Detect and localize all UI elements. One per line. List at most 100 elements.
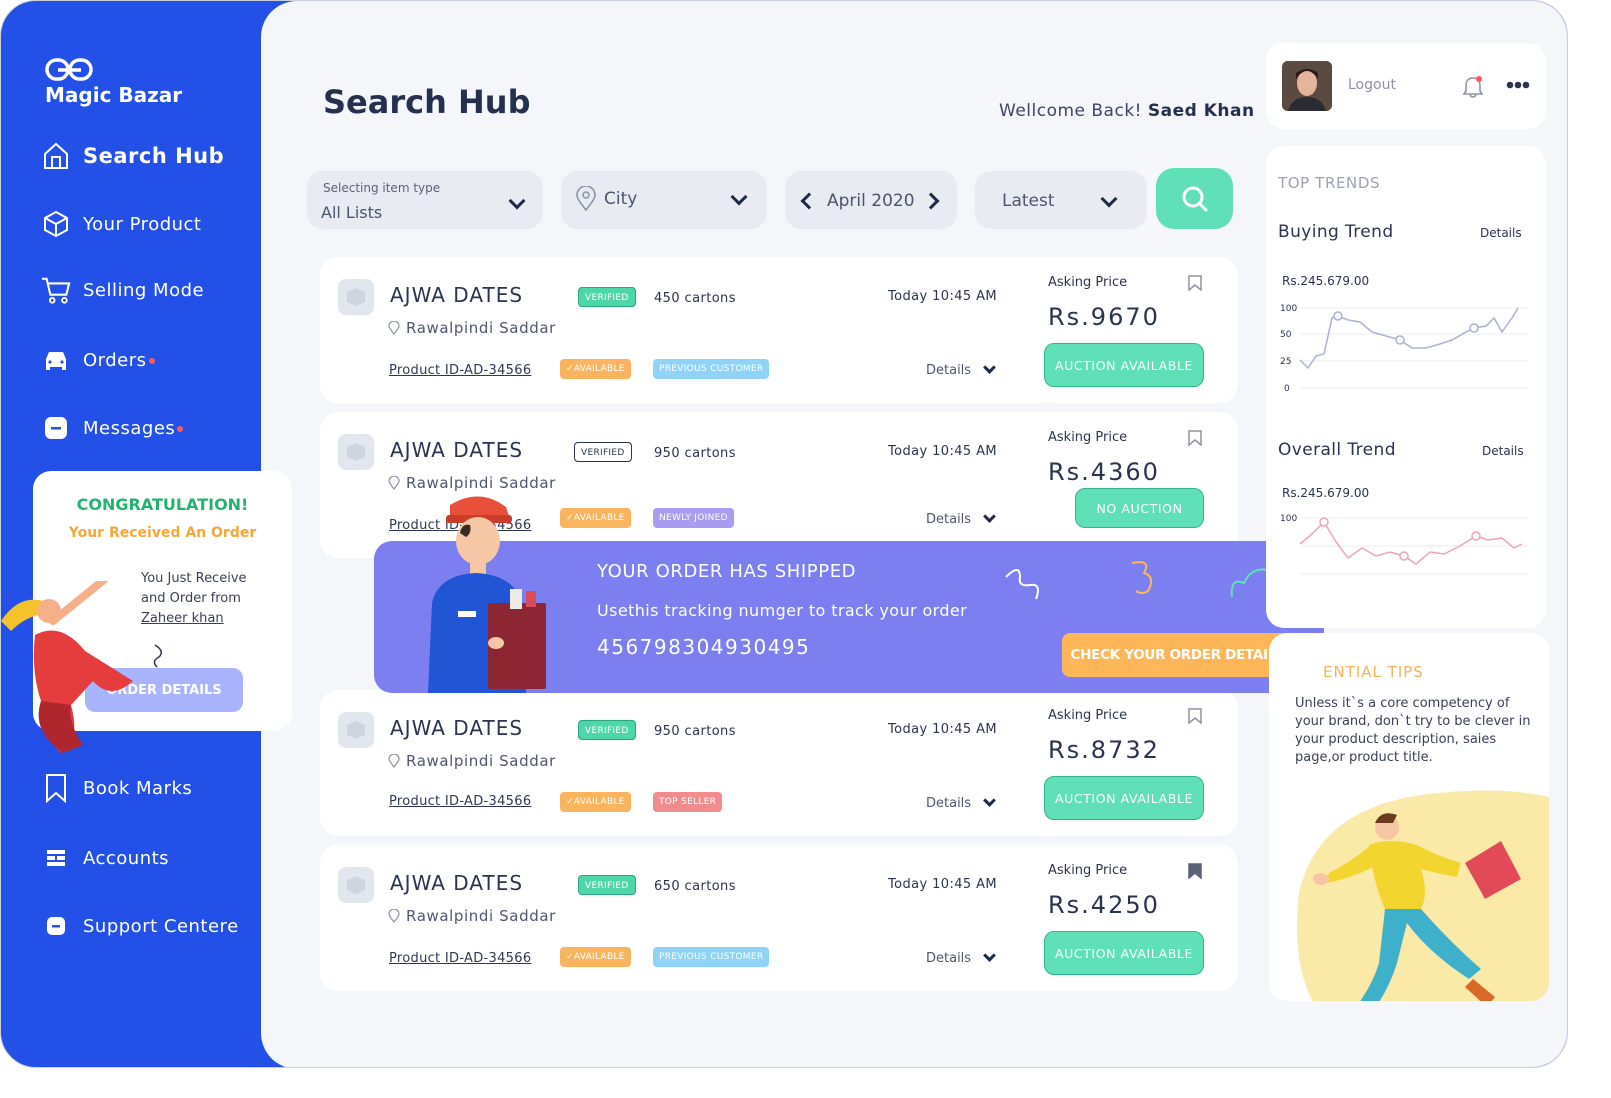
sidebar-item-selling-mode[interactable]: Selling Mode [41,275,204,305]
auction-button[interactable]: AUCTION AVAILABLE [1044,776,1204,820]
brand-logo[interactable]: Magic Bazar [45,57,182,107]
asking-price-label: Asking Price [1048,863,1128,878]
celebrating-woman-illustration [1,581,162,753]
sort-select[interactable]: Latest [975,171,1147,229]
price-value: Rs.9670 [1048,303,1160,331]
product-quantity: 950 cartons [654,724,736,739]
product-id-link[interactable]: Product ID-AD-34566 [389,951,531,966]
product-thumbnail [338,434,374,470]
bookmark-filled-icon[interactable] [1188,863,1202,879]
no-auction-button[interactable]: NO AUCTION [1075,488,1204,528]
chevron-right-icon[interactable] [922,192,940,210]
search-button[interactable] [1156,168,1233,229]
location-text: Rawalpindi Saddar [406,752,556,770]
sidebar-item-label: Your Product [83,213,202,235]
check-order-details-button[interactable]: CHECK YOUR ORDER DETAILS [1062,633,1294,677]
page-title: Search Hub [323,83,531,121]
shipped-title: YOUR ORDER HAS SHIPPED [597,561,857,582]
product-card: AJWA DATES Rawalpindi Saddar Product ID-… [320,845,1238,991]
asking-price-label: Asking Price [1048,430,1128,445]
verified-badge: VERIFIED [578,287,636,307]
product-time: Today 10:45 AM [888,877,998,892]
trends-title: TOP TRENDS [1278,174,1381,192]
sidebar-item-label: Orders [83,349,147,371]
product-location: Rawalpindi Saddar [388,907,556,925]
sidebar-item-support-centere[interactable]: Support Centere [41,911,239,941]
location-pin-icon [388,754,400,768]
more-options-icon[interactable] [1506,81,1530,89]
product-time: Today 10:45 AM [888,444,998,459]
sidebar-item-orders[interactable]: Orders [41,345,155,375]
product-thumbnail [338,867,374,903]
chevron-down-icon [1100,190,1118,208]
price-value: Rs.4360 [1048,458,1160,486]
congrats-title: CONGRATULATION! [76,495,249,514]
congrats-subtitle: Your Received An Order [68,525,257,541]
bookmark-icon[interactable] [1188,708,1202,724]
buying-trend-details-link[interactable]: Details [1480,226,1522,240]
box-icon [41,209,71,239]
sidebar-item-label: Accounts [83,847,170,869]
overall-trend-amount: Rs.245.679.00 [1282,486,1370,500]
product-quantity: 650 cartons [654,879,736,894]
box-icon [347,876,365,894]
support-icon [41,911,71,941]
details-toggle[interactable]: Details [926,949,996,966]
product-id-link[interactable]: Product ID-AD-34566 [389,363,531,378]
sidebar-item-label: Search Hub [83,144,225,168]
product-location: Rawalpindi Saddar [388,319,556,337]
y-tick-label: 100 [1280,514,1297,524]
chevron-down-icon [983,361,996,374]
sidebar-item-your-product[interactable]: Your Product [41,209,202,239]
box-icon [347,721,365,739]
sort-value: Latest [1002,191,1055,211]
details-label: Details [926,796,972,811]
month-picker: April 2020 [785,171,957,229]
bookmark-icon [41,773,71,803]
available-badge: ✓AVAILABLE [560,947,631,967]
sidebar-item-search-hub[interactable]: Search Hub [41,141,224,171]
product-quantity: 450 cartons [654,291,736,306]
bell-icon[interactable] [1462,75,1484,99]
bookmark-icon[interactable] [1188,430,1202,446]
verified-badge: VERIFIED [578,875,636,895]
search-icon [1182,186,1208,212]
top-trends-panel: TOP TRENDS Buying Trend Details Rs.245.6… [1266,146,1546,628]
auction-button[interactable]: AUCTION AVAILABLE [1044,931,1204,975]
auction-button[interactable]: AUCTION AVAILABLE [1044,343,1204,387]
product-name: AJWA DATES [390,871,524,895]
price-value: Rs.4250 [1048,891,1160,919]
product-location: Rawalpindi Saddar [388,474,556,492]
sidebar-item-label: Book Marks [83,777,193,799]
y-tick-label: 100 [1280,304,1297,314]
product-id-link[interactable]: Product ID-AD-34566 [389,794,531,809]
details-toggle[interactable]: Details [926,361,996,378]
bookmark-icon[interactable] [1188,275,1202,291]
sidebar-item-book-marks[interactable]: Book Marks [41,773,192,803]
sidebar-item-messages[interactable]: Messages [41,413,184,443]
buying-trend-chart: 100 50 25 0 [1280,304,1528,394]
chevron-left-icon[interactable] [800,192,818,210]
overall-trend-details-link[interactable]: Details [1482,444,1524,458]
product-time: Today 10:45 AM [888,289,998,304]
essential-tips-panel: ENTIAL TIPS Unless it`s a core competenc… [1269,633,1549,1001]
y-tick-label: 25 [1280,357,1291,367]
product-quantity: 950 cartons [654,446,736,461]
city-select[interactable]: City [561,171,767,229]
month-value: April 2020 [827,191,915,211]
details-toggle[interactable]: Details [926,794,996,811]
order-shipped-banner: YOUR ORDER HAS SHIPPED Usethis tracking … [374,496,1324,693]
customer-tag-badge: TOP SELLER [653,792,723,812]
details-toggle[interactable]: Details [926,510,996,527]
location-pin-icon [388,909,400,923]
sidebar-item-accounts[interactable]: Accounts [41,843,169,873]
verified-badge: VERIFIED [578,720,636,740]
item-type-select[interactable]: Selecting item type All Lists [307,171,543,229]
y-tick-label: 0 [1284,384,1290,394]
user-name: Saed Khan [1147,101,1255,121]
y-tick-label: 50 [1280,330,1292,340]
verified-badge: VERIFIED [574,442,632,462]
customer-tag-badge: NEWLY JOINED [653,508,734,528]
logout-link[interactable]: Logout [1348,77,1396,93]
avatar[interactable] [1282,61,1332,111]
